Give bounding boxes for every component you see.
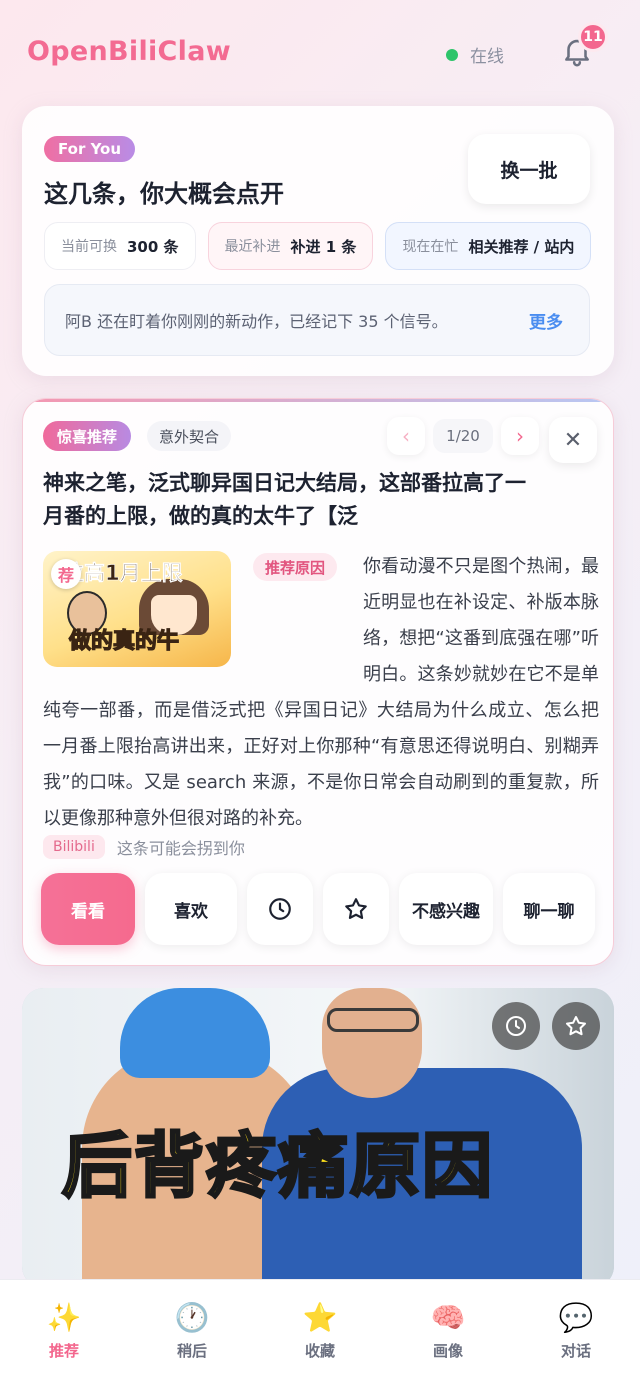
clock-icon xyxy=(269,898,291,920)
for-you-pill: For You xyxy=(44,136,136,162)
speech-bubble-icon: 💬 xyxy=(558,1301,594,1334)
chip-label: 最近补进 xyxy=(224,239,281,255)
not-interested-button[interactable]: 不感兴趣 xyxy=(399,873,493,945)
chip-label: 现在在忙 xyxy=(402,239,459,255)
chip-available: 当前可换 300 条 xyxy=(44,222,196,270)
chip-value: 补进 1 条 xyxy=(290,237,357,256)
match-tag: 意外契合 xyxy=(147,421,232,451)
nav-later[interactable]: 🕐 稍后 xyxy=(128,1280,256,1385)
nav-favorites[interactable]: ⭐ 收藏 xyxy=(256,1280,384,1385)
action-bar: 看看 喜欢 不感兴趣 聊一聊 xyxy=(41,873,595,945)
chip-label: 当前可换 xyxy=(61,239,117,255)
source-badge: Bilibili xyxy=(43,835,105,859)
nav-label: 稍后 xyxy=(176,1342,207,1360)
like-button[interactable]: 喜欢 xyxy=(145,873,237,945)
watch-later-icon[interactable] xyxy=(492,1002,540,1050)
refresh-batch-button[interactable]: 换一批 xyxy=(468,134,590,204)
bottom-nav: ✨ 推荐 🕐 稍后 ⭐ 收藏 🧠 画像 💬 对话 xyxy=(0,1279,640,1385)
brain-icon: 🧠 xyxy=(430,1301,466,1334)
video-caption: 后背疼痛原因 xyxy=(61,1124,494,1209)
clock-icon: 🕐 xyxy=(174,1301,210,1334)
sparkles-icon: ✨ xyxy=(46,1301,82,1334)
nav-label: 对话 xyxy=(560,1342,591,1360)
thumbnail-text-bottom: 做的真的牛 xyxy=(68,628,180,654)
pager-count: 1/20 xyxy=(433,419,493,453)
video-doctor-glasses xyxy=(327,1008,419,1032)
video-card[interactable]: 后背疼痛原因 xyxy=(22,988,614,1288)
notification-badge: 11 xyxy=(578,22,608,52)
status-label: 在线 xyxy=(470,47,504,67)
watch-later-button[interactable] xyxy=(247,873,313,945)
for-you-card: For You 这几条，你大概会点开 换一批 当前可换 300 条 最近补进 补… xyxy=(22,106,614,376)
favorite-icon[interactable] xyxy=(552,1002,600,1050)
source-note: 这条可能会拐到你 xyxy=(116,839,245,858)
app-header: OpenBiliClaw 在线 11 xyxy=(0,0,640,100)
nav-recommend[interactable]: ✨ 推荐 xyxy=(0,1280,128,1385)
nav-profile[interactable]: 🧠 画像 xyxy=(384,1280,512,1385)
next-icon[interactable]: › xyxy=(501,417,539,455)
surprise-tag: 惊喜推荐 xyxy=(43,421,132,451)
more-link[interactable]: 更多 xyxy=(529,308,563,333)
video-thumbnail[interactable]: 拉高1月上限 做的真的牛 荐 xyxy=(43,551,231,667)
prev-icon[interactable]: ‹ xyxy=(387,417,425,455)
online-status: 在线 xyxy=(446,42,504,67)
video-surgical-cap xyxy=(120,988,270,1078)
watch-button[interactable]: 看看 xyxy=(41,873,135,945)
video-title[interactable]: 神来之笔，泛式聊异国日记大结局，这部番拉高了一月番的上限，做的真的太牛了【泛 xyxy=(43,467,543,537)
recommend-badge: 荐 xyxy=(51,559,81,589)
app-logo-text: OpenBiliClaw xyxy=(27,36,231,67)
chip-busy: 现在在忙 相关推荐 / 站内 xyxy=(385,222,592,270)
chip-recent: 最近补进 补进 1 条 xyxy=(207,222,374,270)
chat-button[interactable]: 聊一聊 xyxy=(503,873,595,945)
chip-value: 相关推荐 / 站内 xyxy=(468,237,575,256)
star-icon: ⭐ xyxy=(302,1301,338,1334)
nav-chat[interactable]: 💬 对话 xyxy=(512,1280,640,1385)
nav-label: 收藏 xyxy=(304,1342,335,1360)
close-icon[interactable]: ✕ xyxy=(549,417,597,463)
reason-label: 推荐原因 xyxy=(253,553,338,581)
surprise-recommendation-card: 惊喜推荐 意外契合 ‹ 1/20 › ✕ 神来之笔，泛式聊异国日记大结局，这部番… xyxy=(22,398,614,966)
signal-summary: 阿B 还在盯着你刚刚的新动作，已经记下 35 个信号。 更多 xyxy=(44,284,590,356)
nav-label: 推荐 xyxy=(48,1342,79,1360)
pager: ‹ 1/20 › xyxy=(387,417,539,455)
source-row: Bilibili 这条可能会拐到你 xyxy=(43,835,245,859)
chip-value: 300 条 xyxy=(127,237,179,256)
online-dot xyxy=(446,48,458,61)
signal-text: 阿B 还在盯着你刚刚的新动作，已经记下 35 个信号。 xyxy=(65,312,448,331)
status-chips: 当前可换 300 条 最近补进 补进 1 条 现在在忙 相关推荐 / 站内 xyxy=(44,222,594,272)
video-doctor-face xyxy=(322,988,422,1098)
nav-label: 画像 xyxy=(432,1342,463,1360)
favorite-button[interactable] xyxy=(323,873,389,945)
star-icon xyxy=(345,898,367,919)
for-you-title: 这几条，你大概会点开 xyxy=(44,180,284,208)
